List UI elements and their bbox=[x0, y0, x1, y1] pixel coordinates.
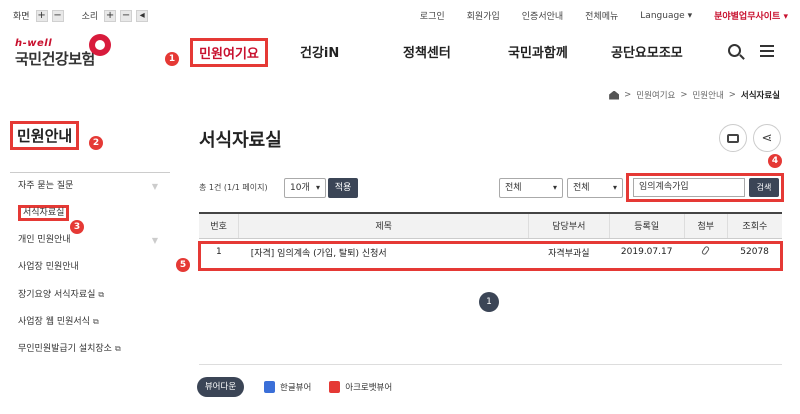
search-input[interactable]: 임의계속가입 bbox=[633, 178, 745, 197]
sidebar-title: 민원안내 bbox=[10, 121, 80, 150]
search-area: 임의계속가입 검색 bbox=[626, 173, 784, 202]
hwp-viewer-icon bbox=[264, 381, 275, 393]
search-icon[interactable] bbox=[728, 44, 741, 57]
sidebar-item-kiosk[interactable]: 무인민원발급기 설치장소 ⧉ bbox=[10, 335, 170, 362]
column-header: 등록일 bbox=[608, 212, 685, 239]
external-link-icon: ⧉ bbox=[114, 344, 121, 353]
nav-item-health-in[interactable]: 건강iN bbox=[300, 42, 339, 61]
cell-date: 2019.07.17 bbox=[620, 247, 673, 258]
result-count: 총 1건 (1/1 페이지) bbox=[199, 183, 268, 192]
breadcrumb-item[interactable]: 민원안내 bbox=[692, 89, 723, 101]
cell-title-link[interactable]: [자격] 임의계속 (가입, 탈퇴) 신청서 bbox=[239, 238, 529, 266]
chevron-down-icon: ▾ bbox=[612, 183, 617, 192]
sidebar-item-faq[interactable]: 자주 묻는 질문 ▼ bbox=[10, 173, 170, 200]
external-link-icon: ⧉ bbox=[92, 317, 99, 326]
acrobat-viewer-link[interactable]: 아크로뱃뷰어 bbox=[329, 381, 392, 393]
column-header: 첨부 bbox=[683, 212, 728, 239]
screen-zoom-in-button[interactable]: + bbox=[35, 9, 48, 22]
divider bbox=[199, 364, 782, 365]
annotation-badge-4: 4 bbox=[768, 154, 782, 168]
signup-link[interactable]: 회원가입 bbox=[467, 9, 500, 22]
sidebar-item-workplace[interactable]: 사업장 민원안내 bbox=[10, 254, 170, 281]
sidebar-item-forms[interactable]: 서식자료실 bbox=[10, 200, 170, 227]
sidebar-item-ltc-forms[interactable]: 장기요양 서식자료실 ⧉ bbox=[10, 281, 170, 308]
search-button[interactable]: 검색 bbox=[749, 178, 779, 197]
sound-label: 소리 bbox=[81, 12, 99, 22]
main-header: h-well 국민건강보험 민원여기요 건강iN 정책센터 국민과함께 공단요모… bbox=[0, 30, 800, 78]
sound-down-button[interactable]: − bbox=[120, 9, 133, 22]
search-field-select[interactable]: 전체 ▾ bbox=[567, 178, 623, 198]
annotation-badge-5: 5 bbox=[176, 258, 190, 272]
sidebar-menu: 자주 묻는 질문 ▼ 서식자료실 개인 민원안내 ▼ 사업장 민원안내 장기요양… bbox=[10, 172, 170, 362]
column-header: 조회수 bbox=[726, 212, 782, 239]
print-icon bbox=[727, 134, 739, 143]
viewer-downloads: 뷰어다운 한글뷰어 아크로뱃뷰어 bbox=[197, 377, 410, 397]
cell-number: 1 bbox=[215, 247, 222, 258]
breadcrumb: > 민원여기요 > 민원안내 > 서식자료실 bbox=[609, 89, 780, 101]
page-number-current[interactable]: 1 bbox=[479, 292, 499, 312]
nav-item-about[interactable]: 공단요모조모 bbox=[611, 42, 683, 61]
home-icon[interactable] bbox=[609, 90, 620, 100]
sidebar-item-web-forms[interactable]: 사업장 웹 민원서식 ⧉ bbox=[10, 308, 170, 335]
paperclip-icon[interactable] bbox=[701, 245, 711, 256]
page-title: 서식자료실 bbox=[199, 130, 282, 151]
business-sites-select[interactable]: 분야별업무사이트 ▾ bbox=[714, 9, 788, 22]
utility-links: 로그인 회원가입 인증서안내 전체메뉴 Language ▾ 분야별업무사이트 … bbox=[420, 9, 788, 23]
share-icon: ⋖ bbox=[761, 131, 773, 146]
chevron-down-icon: ▼ bbox=[151, 236, 158, 245]
sidebar-item-personal[interactable]: 개인 민원안내 ▼ bbox=[10, 227, 170, 254]
nav-item-with-citizens[interactable]: 국민과함께 bbox=[508, 42, 568, 61]
sound-up-button[interactable]: + bbox=[104, 9, 117, 22]
nav-item-minwon[interactable]: 민원여기요 bbox=[190, 38, 268, 67]
nhis-logo[interactable]: h-well 국민건강보험 bbox=[15, 34, 111, 69]
column-header: 담당부서 bbox=[528, 212, 610, 239]
column-header: 번호 bbox=[199, 212, 239, 239]
column-header: 제목 bbox=[238, 212, 529, 239]
chevron-down-icon: ▼ bbox=[151, 182, 158, 191]
hwp-viewer-link[interactable]: 한글뷰어 bbox=[264, 381, 311, 393]
viewer-download-label: 뷰어다운 bbox=[197, 377, 244, 397]
table-row[interactable]: 1 [자격] 임의계속 (가입, 탈퇴) 신청서 자격부과실 2019.07.1… bbox=[199, 238, 782, 266]
cell-views: 52078 bbox=[740, 247, 769, 258]
table-header-row: 번호 제목 담당부서 등록일 첨부 조회수 bbox=[199, 212, 782, 239]
acrobat-viewer-icon bbox=[329, 381, 341, 393]
cell-department: 자격부과실 bbox=[548, 248, 590, 259]
print-button[interactable] bbox=[719, 124, 747, 152]
share-button[interactable]: ⋖ bbox=[753, 124, 781, 152]
chevron-down-icon: ▾ bbox=[315, 183, 320, 192]
accessibility-controls: 화면 + − 소리 + − ◂ bbox=[13, 9, 149, 22]
annotation-badge-1: 1 bbox=[165, 52, 179, 66]
breadcrumb-current: 서식자료실 bbox=[740, 91, 780, 101]
language-select[interactable]: Language ▾ bbox=[640, 11, 692, 21]
speaker-icon[interactable]: ◂ bbox=[136, 9, 149, 22]
logo-korean: 국민건강보험 bbox=[15, 50, 95, 68]
annotation-badge-2: 2 bbox=[89, 136, 103, 150]
per-page-select[interactable]: 10개 ▾ bbox=[284, 178, 326, 198]
hamburger-menu-icon[interactable] bbox=[760, 45, 774, 57]
cell-attachment[interactable] bbox=[684, 238, 727, 266]
screen-size-label: 화면 bbox=[13, 12, 30, 22]
certificate-link[interactable]: 인증서안내 bbox=[522, 9, 563, 22]
all-menu-link[interactable]: 전체메뉴 bbox=[585, 9, 618, 22]
logo-heart-icon bbox=[89, 34, 111, 56]
screen-zoom-out-button[interactable]: − bbox=[51, 9, 64, 22]
apply-button[interactable]: 적용 bbox=[328, 178, 358, 198]
forms-table: 번호 제목 담당부서 등록일 첨부 조회수 1 [자격] 임의계속 (가입, 탈… bbox=[199, 212, 782, 266]
annotation-badge-3: 3 bbox=[70, 220, 84, 234]
utility-bar: 화면 + − 소리 + − ◂ 로그인 회원가입 인증서안내 전체메뉴 Lang… bbox=[0, 0, 800, 30]
external-link-icon: ⧉ bbox=[98, 290, 105, 299]
login-link[interactable]: 로그인 bbox=[420, 9, 445, 22]
category-filter-select[interactable]: 전체 ▾ bbox=[499, 178, 563, 198]
breadcrumb-item[interactable]: 민원여기요 bbox=[636, 89, 675, 101]
chevron-down-icon: ▾ bbox=[552, 183, 557, 192]
nav-item-policy-center[interactable]: 정책센터 bbox=[403, 42, 451, 61]
